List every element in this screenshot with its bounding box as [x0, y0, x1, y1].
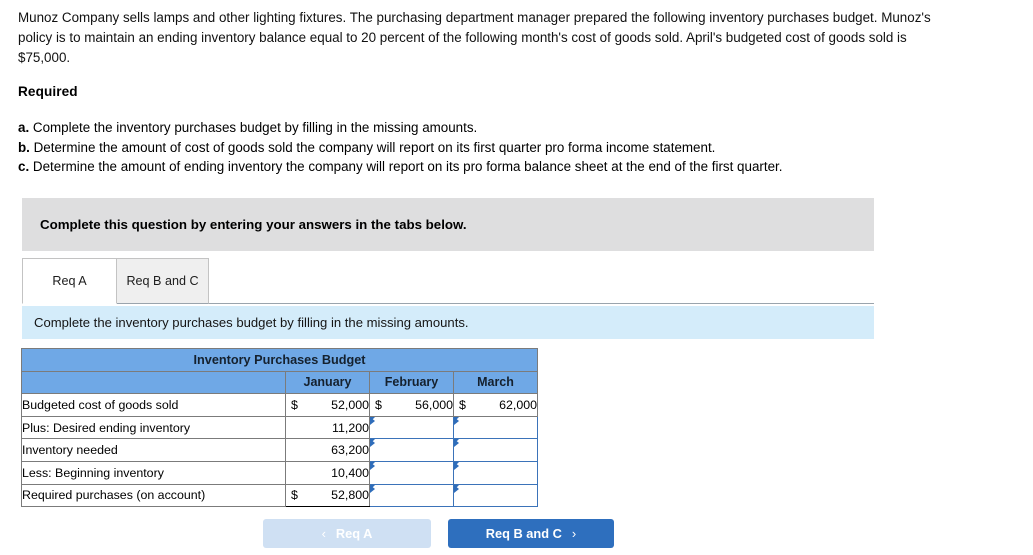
table-row: Budgeted cost of goods sold $52,000 $56,…: [21, 393, 538, 417]
currency-symbol: $: [291, 397, 298, 412]
cell-0-january: $52,000: [285, 393, 370, 417]
currency-symbol: $: [375, 397, 382, 412]
chevron-right-icon: ›: [571, 526, 577, 541]
cell-0-february: $56,000: [369, 393, 454, 417]
tab-strip: Req A Req B and C: [22, 258, 874, 306]
problem-statement: Munoz Company sells lamps and other ligh…: [18, 10, 931, 65]
cell-marker-icon: [454, 416, 459, 425]
inventory-purchases-budget-table: Inventory Purchases Budget January Febru…: [21, 348, 538, 508]
table-row: Less: Beginning inventory 10,400: [21, 460, 538, 485]
tab-req-b-and-c[interactable]: Req B and C: [116, 258, 209, 304]
cell-0-march: $62,000: [453, 393, 538, 417]
cell-marker-icon: [370, 439, 375, 448]
row-label-0: Budgeted cost of goods sold: [21, 393, 286, 417]
next-req-b-and-c-button[interactable]: Req B and C ›: [448, 519, 614, 548]
amount: 63,200: [331, 443, 369, 458]
cell-marker-icon: [454, 439, 459, 448]
required-item-c: c. Determine the amount of ending invent…: [18, 157, 1018, 177]
currency-symbol: $: [459, 397, 466, 412]
header-january: January: [285, 370, 370, 395]
required-item-a-text: Complete the inventory purchases budget …: [32, 120, 478, 135]
input-cell-2-february[interactable]: [369, 438, 454, 462]
cell-marker-icon: [370, 416, 375, 425]
input-cell-4-february[interactable]: [369, 483, 454, 508]
question-callout: Complete this question by entering your …: [22, 198, 874, 251]
tab-req-a[interactable]: Req A: [22, 258, 117, 304]
cell-4-january: $52,800: [285, 483, 370, 508]
amount: 11,200: [332, 420, 369, 435]
question-callout-text: Complete this question by entering your …: [40, 217, 467, 232]
chevron-left-icon: ‹: [321, 526, 326, 541]
table-title: Inventory Purchases Budget: [21, 348, 538, 372]
required-item-a: a. Complete the inventory purchases budg…: [18, 118, 1018, 138]
input-cell-4-march[interactable]: [453, 483, 538, 508]
table-row: Plus: Desired ending inventory 11,200: [21, 415, 538, 440]
required-item-a-letter: a.: [18, 120, 30, 135]
input-cell-1-march[interactable]: [453, 415, 538, 440]
required-heading: Required: [18, 84, 78, 99]
amount: 62,000: [499, 397, 537, 412]
header-february: February: [369, 370, 454, 395]
instruction-bar: Complete the inventory purchases budget …: [22, 306, 874, 339]
required-list: a. Complete the inventory purchases budg…: [18, 118, 1018, 177]
input-cell-3-february[interactable]: [369, 460, 454, 485]
row-label-4: Required purchases (on account): [21, 483, 286, 508]
input-cell-1-february[interactable]: [369, 415, 454, 440]
required-item-c-letter: c.: [18, 159, 30, 174]
required-item-c-text: Determine the amount of ending inventory…: [32, 159, 783, 174]
cell-3-january: 10,400: [285, 460, 370, 485]
table-title-row: Inventory Purchases Budget: [21, 348, 538, 372]
row-label-1: Plus: Desired ending inventory: [21, 415, 286, 440]
amount: 52,000: [331, 397, 369, 412]
cell-marker-icon: [370, 461, 375, 470]
input-cell-3-march[interactable]: [453, 460, 538, 485]
cell-1-january: 11,200: [285, 415, 370, 440]
cell-marker-icon: [370, 484, 375, 493]
row-label-2: Inventory needed: [21, 438, 286, 462]
required-item-b-text: Determine the amount of cost of goods so…: [33, 139, 716, 155]
instruction-bar-text: Complete the inventory purchases budget …: [34, 315, 469, 330]
next-button-label: Req B and C: [485, 526, 562, 541]
table-header-row: January February March: [21, 370, 538, 395]
amount: 10,400: [331, 465, 369, 480]
header-blank: [21, 370, 286, 395]
input-cell-2-march[interactable]: [453, 438, 538, 462]
prev-button-label: Req A: [335, 526, 373, 541]
table-row: Required purchases (on account) $52,800: [21, 483, 538, 508]
cell-2-january: 63,200: [285, 438, 370, 462]
cell-marker-icon: [454, 461, 459, 470]
required-item-b: b. Determine the amount of cost of goods…: [18, 138, 1018, 158]
cell-marker-icon: [454, 484, 459, 493]
amount: 56,000: [415, 397, 453, 412]
table-row: Inventory needed 63,200: [21, 438, 538, 462]
required-item-b-letter: b.: [18, 139, 30, 155]
header-march: March: [453, 370, 538, 395]
row-label-3: Less: Beginning inventory: [21, 460, 286, 485]
amount: 52,800: [331, 488, 369, 503]
nav-buttons: ‹ Req A Req B and C ›: [263, 519, 883, 549]
currency-symbol: $: [291, 488, 298, 503]
prev-req-a-button[interactable]: ‹ Req A: [263, 519, 431, 548]
